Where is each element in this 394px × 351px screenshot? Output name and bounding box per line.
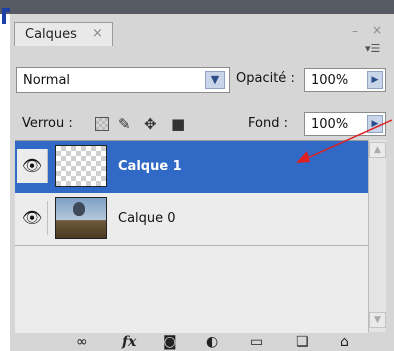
annotation-arrow [296, 119, 393, 163]
